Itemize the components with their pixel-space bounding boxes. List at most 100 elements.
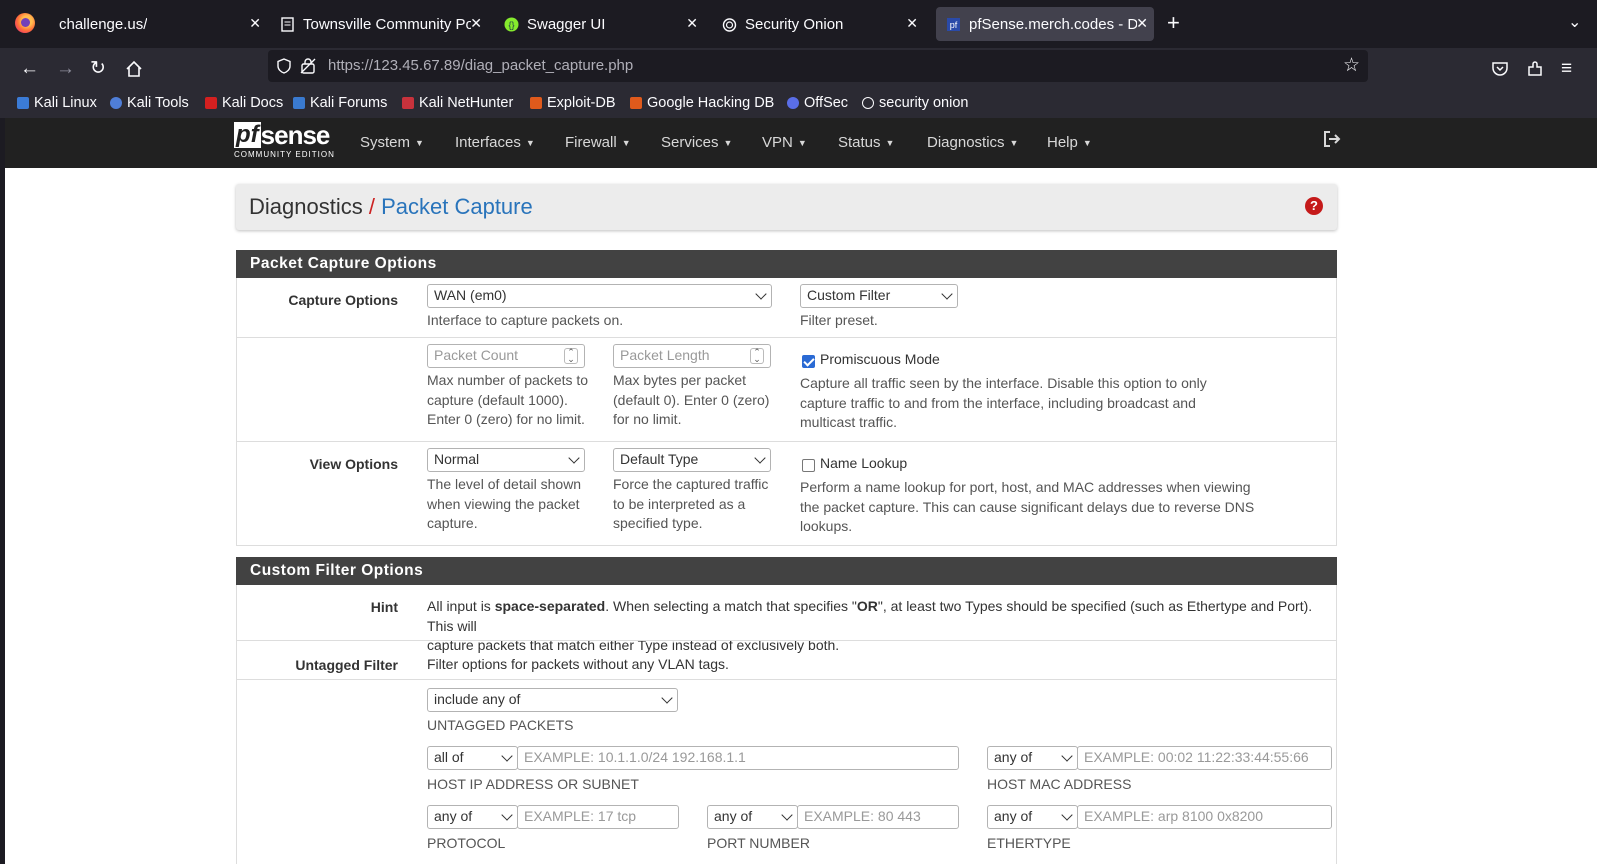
untagged-match-select[interactable]: include any of [427,688,678,712]
logout-icon[interactable] [1322,130,1342,148]
chevron-down-icon [781,809,793,821]
host-ip-caption: HOST IP ADDRESS OR SUBNET [427,776,639,792]
host-mac-input[interactable]: EXAMPLE: 00:02 11:22:33:44:55:66 [1077,746,1332,770]
mac-match-select[interactable]: any of [987,746,1078,770]
bookmark-offsec[interactable]: OffSec [787,95,848,111]
tab-townsville[interactable]: Townsville Community Po ✕ [270,7,488,41]
tab-security-onion[interactable]: Security Onion ✕ [712,7,924,41]
bookmark-security-onion[interactable]: security onion [862,95,968,111]
name-lookup-label[interactable]: Name Lookup [820,455,907,471]
tab-challenge[interactable]: challenge.us/ ✕ [47,7,267,41]
ethertype-match-select[interactable]: any of [987,805,1078,829]
hint-label: Hint [370,599,398,615]
packet-length-input[interactable]: Packet Length ⌃ ⌄ [613,344,771,368]
forward-arrow-icon[interactable]: → [56,58,75,80]
port-input[interactable]: EXAMPLE: 80 443 [797,805,959,829]
bookmark-kali-linux[interactable]: Kali Linux [17,95,97,111]
tab-pfsense[interactable]: pf pfSense.merch.codes - Di ✕ [936,7,1154,41]
menu-services[interactable]: Services ▼ [661,134,732,151]
menu-system[interactable]: System ▼ [360,134,424,151]
close-icon[interactable]: ✕ [906,15,918,32]
protocol-match-select[interactable]: any of [427,805,518,829]
reload-icon[interactable]: ↻ [90,58,106,80]
home-icon[interactable] [125,60,143,78]
detail-level-select[interactable]: Normal [427,448,585,472]
port-match-select[interactable]: any of [707,805,798,829]
bookmark-kali-nethunter[interactable]: Kali NetHunter [402,95,513,111]
panel-header-capture-options: Packet Capture Options [236,250,1337,278]
back-arrow-icon[interactable]: ← [20,58,39,80]
filter-preset-select[interactable]: Custom Filter [800,284,958,308]
menu-help[interactable]: Help ▼ [1047,134,1092,151]
firefox-logo-icon[interactable] [15,13,35,33]
bookmark-label: Exploit-DB [547,95,616,111]
ethertype-input[interactable]: EXAMPLE: arp 8100 0x8200 [1077,805,1332,829]
menu-label: Interfaces [455,134,521,151]
packet-count-help: Max number of packets to capture (defaul… [427,371,602,430]
hint-bold: space-separated [494,598,606,614]
chevron-down-icon[interactable]: ⌄ [1568,12,1581,32]
menu-status[interactable]: Status ▼ [838,134,894,151]
menu-vpn[interactable]: VPN ▼ [762,134,807,151]
bookmark-kali-tools[interactable]: Kali Tools [110,95,189,111]
url-text[interactable]: https://123.45.67.89/diag_packet_capture… [328,57,633,74]
tab-title: Swagger UI [527,15,606,33]
bookmark-kali-forums[interactable]: Kali Forums [293,95,387,111]
host-ip-input[interactable]: EXAMPLE: 10.1.1.0/24 192.168.1.1 [517,746,959,770]
bookmark-exploit-db[interactable]: Exploit-DB [530,95,616,111]
host-match-select[interactable]: all of [427,746,518,770]
bookmark-kali-docs[interactable]: Kali Docs [205,95,283,111]
tab-title: Townsville Community Po [303,15,471,33]
breadcrumb-parent[interactable]: Diagnostics [249,194,363,219]
promiscuous-label[interactable]: Promiscuous Mode [820,351,940,367]
name-lookup-checkbox[interactable] [802,459,815,472]
select-value: Custom Filter [807,287,891,303]
new-tab-icon[interactable]: + [1167,12,1180,34]
caret-down-icon: ▼ [525,138,535,149]
menu-interfaces[interactable]: Interfaces ▼ [455,134,535,151]
close-icon[interactable]: ✕ [1136,15,1148,32]
packet-count-input[interactable]: Packet Count ⌃ ⌄ [427,344,585,368]
shield-icon[interactable] [276,58,292,74]
stepper-icon[interactable]: ⌃ ⌄ [750,348,764,364]
row-divider [236,337,1337,338]
protocol-input[interactable]: EXAMPLE: 17 tcp [517,805,679,829]
help-line: to be interpreted as a [613,495,746,512]
capture-type-select[interactable]: Default Type [613,448,771,472]
pocket-icon[interactable] [1491,61,1509,77]
tab-swagger[interactable]: {} Swagger UI ✕ [494,7,704,41]
hint-line-1: All input is space-separated. When selec… [427,597,1337,636]
tab-title: Security Onion [745,15,844,33]
bookmark-star-icon[interactable]: ☆ [1343,54,1360,77]
menu-label: Services [661,134,719,151]
bookmark-google-hacking-db[interactable]: Google Hacking DB [630,95,774,111]
close-icon[interactable]: ✕ [470,15,482,32]
offsec-icon [787,97,799,109]
breadcrumb-current[interactable]: Packet Capture [381,194,533,219]
menu-hamburger-icon[interactable]: ≡ [1561,58,1572,80]
breadcrumb: Diagnostics / Packet Capture ? [236,184,1337,230]
bookmark-label: Kali Forums [310,95,388,111]
interface-select[interactable]: WAN (em0) [427,284,772,308]
pfsense-logo[interactable]: pfsense COMMUNITY EDITION [234,122,335,159]
lock-warning-icon[interactable] [300,57,316,74]
extensions-icon[interactable] [1526,60,1544,78]
url-bar[interactable]: https://123.45.67.89/diag_packet_capture… [268,50,1368,82]
help-line: The level of detail shown [427,476,582,492]
select-value: Default Type [620,451,699,467]
menu-firewall[interactable]: Firewall ▼ [565,134,631,151]
menu-label: Firewall [565,134,617,151]
close-icon[interactable]: ✕ [686,15,698,32]
panel-header-custom-filter: Custom Filter Options [236,557,1337,585]
help-line: capture (default 1000). [427,391,568,408]
browser-tab-bar: challenge.us/ ✕ Townsville Community Po … [0,0,1597,48]
input-placeholder: Packet Length [620,347,710,363]
help-icon[interactable]: ? [1305,197,1323,215]
menu-diagnostics[interactable]: Diagnostics ▼ [927,134,1018,151]
close-icon[interactable]: ✕ [249,15,261,32]
promiscuous-checkbox[interactable] [802,355,815,368]
chevron-down-icon [501,750,513,762]
bookmark-label: Kali Docs [222,95,284,111]
hint-bold: OR [856,598,878,614]
stepper-icon[interactable]: ⌃ ⌄ [564,348,578,364]
